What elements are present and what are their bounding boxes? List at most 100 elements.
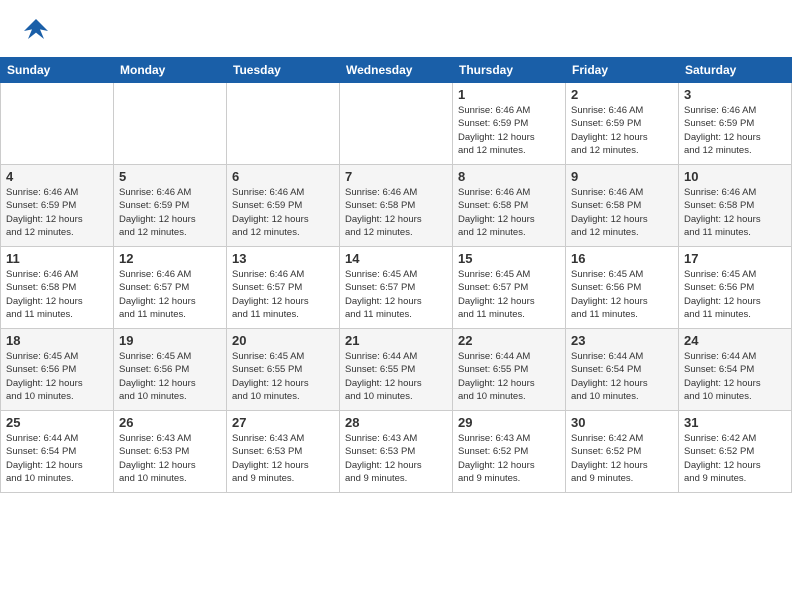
day-info: Sunrise: 6:46 AM Sunset: 6:58 PM Dayligh… — [345, 186, 447, 239]
calendar-cell: 8 Sunrise: 6:46 AM Sunset: 6:58 PM Daylig… — [453, 165, 566, 247]
day-info: Sunrise: 6:46 AM Sunset: 6:59 PM Dayligh… — [684, 104, 786, 157]
calendar-cell: 10 Sunrise: 6:46 AM Sunset: 6:58 PM Dayli… — [679, 165, 792, 247]
header — [0, 0, 792, 57]
calendar-cell: 29 Sunrise: 6:43 AM Sunset: 6:52 PM Dayli… — [453, 411, 566, 493]
day-number: 29 — [458, 415, 560, 430]
calendar-cell — [1, 83, 114, 165]
day-number: 28 — [345, 415, 447, 430]
calendar-week-row: 18Sunrise: 6:45 AM Sunset: 6:56 PM Dayli… — [1, 329, 792, 411]
calendar-cell: 6 Sunrise: 6:46 AM Sunset: 6:59 PM Daylig… — [227, 165, 340, 247]
day-info: Sunrise: 6:46 AM Sunset: 6:58 PM Dayligh… — [571, 186, 673, 239]
day-number: 20 — [232, 333, 334, 348]
day-info: Sunrise: 6:44 AM Sunset: 6:54 PM Dayligh… — [571, 350, 673, 403]
calendar-cell: 28 Sunrise: 6:43 AM Sunset: 6:53 PM Dayli… — [340, 411, 453, 493]
calendar-cell: 27 Sunrise: 6:43 AM Sunset: 6:53 PM Dayli… — [227, 411, 340, 493]
calendar-week-row: 4 Sunrise: 6:46 AM Sunset: 6:59 PM Daylig… — [1, 165, 792, 247]
day-info: Sunrise: 6:46 AM Sunset: 6:59 PM Dayligh… — [458, 104, 560, 157]
day-info: Sunrise: 6:43 AM Sunset: 6:53 PM Dayligh… — [345, 432, 447, 485]
calendar-cell: 26 Sunrise: 6:43 AM Sunset: 6:53 PM Dayli… — [114, 411, 227, 493]
day-number: 2 — [571, 87, 673, 102]
day-info: Sunrise: 6:46 AM Sunset: 6:57 PM Dayligh… — [119, 268, 221, 321]
day-info: Sunrise: 6:44 AM Sunset: 6:54 PM Dayligh… — [6, 432, 108, 485]
day-number: 1 — [458, 87, 560, 102]
day-number: 6 — [232, 169, 334, 184]
day-number: 17 — [684, 251, 786, 266]
calendar-week-row: 1 Sunrise: 6:46 AM Sunset: 6:59 PM Daylig… — [1, 83, 792, 165]
logo-icon — [20, 15, 52, 47]
weekday-header: Saturday — [679, 58, 792, 83]
day-number: 27 — [232, 415, 334, 430]
day-number: 3 — [684, 87, 786, 102]
calendar-cell: 2 Sunrise: 6:46 AM Sunset: 6:59 PM Daylig… — [566, 83, 679, 165]
day-info: Sunrise: 6:45 AM Sunset: 6:56 PM Dayligh… — [571, 268, 673, 321]
day-number: 19 — [119, 333, 221, 348]
day-number: 9 — [571, 169, 673, 184]
calendar-cell: 31 Sunrise: 6:42 AM Sunset: 6:52 PM Dayli… — [679, 411, 792, 493]
day-number: 26 — [119, 415, 221, 430]
day-info: Sunrise: 6:42 AM Sunset: 6:52 PM Dayligh… — [571, 432, 673, 485]
day-number: 21 — [345, 333, 447, 348]
calendar-cell: 21 Sunrise: 6:44 AM Sunset: 6:55 PM Dayli… — [340, 329, 453, 411]
day-number: 16 — [571, 251, 673, 266]
day-info: Sunrise: 6:43 AM Sunset: 6:53 PM Dayligh… — [119, 432, 221, 485]
calendar-cell: 24 Sunrise: 6:44 AM Sunset: 6:54 PM Dayli… — [679, 329, 792, 411]
calendar: SundayMondayTuesdayWednesdayThursdayFrid… — [0, 57, 792, 493]
day-info: Sunrise: 6:46 AM Sunset: 6:58 PM Dayligh… — [458, 186, 560, 239]
day-number: 14 — [345, 251, 447, 266]
day-number: 15 — [458, 251, 560, 266]
calendar-week-row: 11Sunrise: 6:46 AM Sunset: 6:58 PM Dayli… — [1, 247, 792, 329]
day-number: 5 — [119, 169, 221, 184]
day-number: 8 — [458, 169, 560, 184]
day-info: Sunrise: 6:46 AM Sunset: 6:59 PM Dayligh… — [119, 186, 221, 239]
calendar-cell: 18Sunrise: 6:45 AM Sunset: 6:56 PM Dayli… — [1, 329, 114, 411]
weekday-header: Friday — [566, 58, 679, 83]
calendar-cell — [340, 83, 453, 165]
weekday-header: Tuesday — [227, 58, 340, 83]
day-info: Sunrise: 6:43 AM Sunset: 6:52 PM Dayligh… — [458, 432, 560, 485]
day-number: 30 — [571, 415, 673, 430]
calendar-cell: 5 Sunrise: 6:46 AM Sunset: 6:59 PM Daylig… — [114, 165, 227, 247]
day-info: Sunrise: 6:44 AM Sunset: 6:54 PM Dayligh… — [684, 350, 786, 403]
day-info: Sunrise: 6:43 AM Sunset: 6:53 PM Dayligh… — [232, 432, 334, 485]
day-number: 10 — [684, 169, 786, 184]
day-number: 4 — [6, 169, 108, 184]
calendar-cell: 9 Sunrise: 6:46 AM Sunset: 6:58 PM Daylig… — [566, 165, 679, 247]
day-number: 11 — [6, 251, 108, 266]
day-info: Sunrise: 6:46 AM Sunset: 6:59 PM Dayligh… — [6, 186, 108, 239]
day-info: Sunrise: 6:45 AM Sunset: 6:57 PM Dayligh… — [458, 268, 560, 321]
calendar-cell: 12Sunrise: 6:46 AM Sunset: 6:57 PM Dayli… — [114, 247, 227, 329]
calendar-cell: 17Sunrise: 6:45 AM Sunset: 6:56 PM Dayli… — [679, 247, 792, 329]
calendar-cell: 14Sunrise: 6:45 AM Sunset: 6:57 PM Dayli… — [340, 247, 453, 329]
calendar-cell: 3 Sunrise: 6:46 AM Sunset: 6:59 PM Daylig… — [679, 83, 792, 165]
day-info: Sunrise: 6:45 AM Sunset: 6:55 PM Dayligh… — [232, 350, 334, 403]
day-info: Sunrise: 6:42 AM Sunset: 6:52 PM Dayligh… — [684, 432, 786, 485]
weekday-header: Monday — [114, 58, 227, 83]
day-info: Sunrise: 6:46 AM Sunset: 6:59 PM Dayligh… — [571, 104, 673, 157]
calendar-cell: 25Sunrise: 6:44 AM Sunset: 6:54 PM Dayli… — [1, 411, 114, 493]
calendar-cell: 1 Sunrise: 6:46 AM Sunset: 6:59 PM Daylig… — [453, 83, 566, 165]
day-info: Sunrise: 6:46 AM Sunset: 6:57 PM Dayligh… — [232, 268, 334, 321]
calendar-cell: 4 Sunrise: 6:46 AM Sunset: 6:59 PM Daylig… — [1, 165, 114, 247]
calendar-week-row: 25Sunrise: 6:44 AM Sunset: 6:54 PM Dayli… — [1, 411, 792, 493]
day-number: 22 — [458, 333, 560, 348]
calendar-cell: 11Sunrise: 6:46 AM Sunset: 6:58 PM Dayli… — [1, 247, 114, 329]
day-number: 24 — [684, 333, 786, 348]
calendar-cell — [114, 83, 227, 165]
day-info: Sunrise: 6:44 AM Sunset: 6:55 PM Dayligh… — [345, 350, 447, 403]
day-info: Sunrise: 6:46 AM Sunset: 6:59 PM Dayligh… — [232, 186, 334, 239]
weekday-header-row: SundayMondayTuesdayWednesdayThursdayFrid… — [1, 58, 792, 83]
day-info: Sunrise: 6:44 AM Sunset: 6:55 PM Dayligh… — [458, 350, 560, 403]
calendar-cell: 15 Sunrise: 6:45 AM Sunset: 6:57 PM Dayli… — [453, 247, 566, 329]
calendar-cell: 23 Sunrise: 6:44 AM Sunset: 6:54 PM Dayli… — [566, 329, 679, 411]
day-number: 23 — [571, 333, 673, 348]
day-info: Sunrise: 6:46 AM Sunset: 6:58 PM Dayligh… — [684, 186, 786, 239]
calendar-cell: 30 Sunrise: 6:42 AM Sunset: 6:52 PM Dayli… — [566, 411, 679, 493]
day-number: 31 — [684, 415, 786, 430]
calendar-cell: 7Sunrise: 6:46 AM Sunset: 6:58 PM Daylig… — [340, 165, 453, 247]
calendar-cell: 22 Sunrise: 6:44 AM Sunset: 6:55 PM Dayli… — [453, 329, 566, 411]
calendar-cell: 13Sunrise: 6:46 AM Sunset: 6:57 PM Dayli… — [227, 247, 340, 329]
day-info: Sunrise: 6:45 AM Sunset: 6:56 PM Dayligh… — [119, 350, 221, 403]
weekday-header: Thursday — [453, 58, 566, 83]
calendar-body: 1 Sunrise: 6:46 AM Sunset: 6:59 PM Daylig… — [1, 83, 792, 493]
calendar-cell: 16 Sunrise: 6:45 AM Sunset: 6:56 PM Dayli… — [566, 247, 679, 329]
